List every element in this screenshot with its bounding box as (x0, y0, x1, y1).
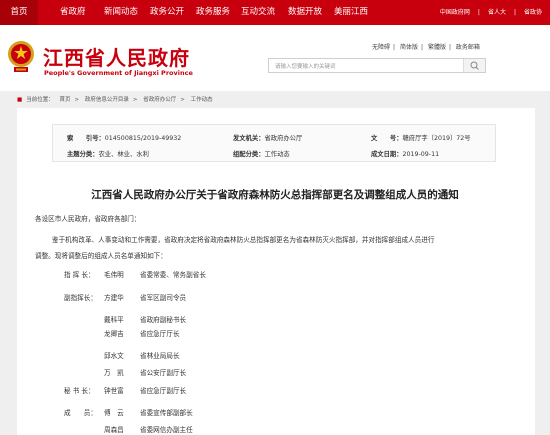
member-role: 指 挥 长： (64, 271, 95, 279)
site-header: 江西省人民政府 People's Government of Jiangxi P… (0, 25, 550, 91)
site-title: 江西省人民政府 (43, 46, 190, 70)
paragraph-line-2: 调整。现将调整后的组成人员名单通知如下： (35, 252, 167, 260)
search-input[interactable]: 请输入您要输入的关键词 (268, 58, 486, 73)
utility-links: 无障碍 | 简体版 | 繁體版 | 政务邮箱 (372, 44, 480, 51)
member-title: 省应急厅副厅长 (140, 387, 187, 395)
member-name: 龙卿吉 (104, 330, 124, 338)
member-title: 省委宣传部副部长 (140, 409, 193, 417)
nav-item-beautiful-jiangxi[interactable]: 美丽江西 (334, 0, 368, 25)
link-gov-mail[interactable]: 政务邮箱 (456, 44, 480, 51)
meta-issuer: 省政府办公厅 (264, 135, 303, 142)
paragraph-line-1: 鉴于机构改革、人事变动和工作需要，省政府决定将省政府森林防火总指挥部更名为省森林… (52, 236, 435, 244)
nav-item-gov-affairs-open[interactable]: 政务公开 (150, 0, 184, 25)
link-china-gov[interactable]: 中国政府网 (440, 9, 470, 16)
member-name: 邱水文 (104, 352, 124, 360)
breadcrumb: ■ 当前位置： 首页 > 政府信息公开目录 > 省政府办公厅 > 工作动态 (17, 97, 213, 103)
national-emblem-icon (8, 41, 34, 72)
search-placeholder: 请输入您要输入的关键词 (275, 64, 336, 70)
site-subtitle: People's Government of Jiangxi Province (44, 69, 193, 77)
document-title: 江西省人民政府办公厅关于省政府森林防火总指挥部更名及调整组成人员的通知 (91, 189, 459, 201)
meta-index: 014500815/2019-49932 (104, 135, 182, 142)
breadcrumb-catalog[interactable]: 政府信息公开目录 (85, 97, 129, 103)
document-meta-box: 索 引号：014500815/2019-49932 发文机关：省政府办公厅 文 … (52, 124, 496, 162)
member-title: 省应急厅厅长 (140, 330, 180, 338)
member-name: 钟世富 (104, 387, 124, 395)
member-name: 万 凯 (104, 369, 124, 377)
link-npc[interactable]: 省人大 (488, 9, 506, 16)
member-name: 方建华 (104, 294, 124, 302)
salutation: 各设区市人民政府，省政府各部门： (35, 215, 141, 223)
breadcrumb-office[interactable]: 省政府办公厅 (143, 97, 176, 103)
search-button[interactable] (463, 59, 485, 72)
meta-category: 工作动态 (264, 151, 290, 158)
link-traditional[interactable]: 繁體版 (428, 44, 446, 51)
member-title: 省委常委、常务副省长 (140, 271, 206, 279)
member-role: 成 员： (64, 409, 97, 417)
top-nav-bar: 首页 省政府 新闻动态 政务公开 政务服务 互动交流 数据开放 美丽江西 中国政… (0, 0, 550, 25)
member-title: 省公安厅副厅长 (140, 369, 187, 377)
location-icon: ■ (17, 97, 23, 103)
member-name: 戴科平 (104, 316, 124, 324)
meta-date: 2019-09-11 (402, 151, 440, 158)
breadcrumb-home[interactable]: 首页 (59, 97, 70, 103)
member-title: 省林业局局长 (140, 352, 180, 360)
nav-item-province-gov[interactable]: 省政府 (60, 0, 86, 25)
top-right-links: 中国政府网 | 省人大 | 省政协 (439, 9, 542, 16)
nav-item-gov-services[interactable]: 政务服务 (196, 0, 230, 25)
nav-item-data-open[interactable]: 数据开放 (288, 0, 322, 25)
member-name: 周森昌 (104, 426, 124, 434)
member-title: 省委网信办副主任 (140, 426, 193, 434)
breadcrumb-work-news[interactable]: 工作动态 (191, 97, 213, 103)
search-icon (470, 61, 479, 70)
link-accessibility[interactable]: 无障碍 (372, 44, 390, 51)
nav-item-home[interactable]: 首页 (0, 0, 38, 25)
member-title: 省军区副司令员 (140, 294, 187, 302)
member-name: 毛伟明 (104, 271, 124, 279)
nav-item-news[interactable]: 新闻动态 (104, 0, 138, 25)
member-role: 秘 书 长： (64, 387, 95, 395)
meta-subject: 农业、林业、水利 (98, 151, 149, 158)
link-cppcc[interactable]: 省政协 (524, 9, 542, 16)
link-simplified[interactable]: 简体版 (400, 44, 418, 51)
member-role: 副指挥长： (64, 294, 97, 302)
member-name: 傅 云 (104, 409, 124, 417)
member-title: 省政府副秘书长 (140, 316, 187, 324)
nav-item-interaction[interactable]: 互动交流 (241, 0, 275, 25)
meta-doc-number: 赣府厅字〔2019〕72号 (402, 135, 471, 142)
